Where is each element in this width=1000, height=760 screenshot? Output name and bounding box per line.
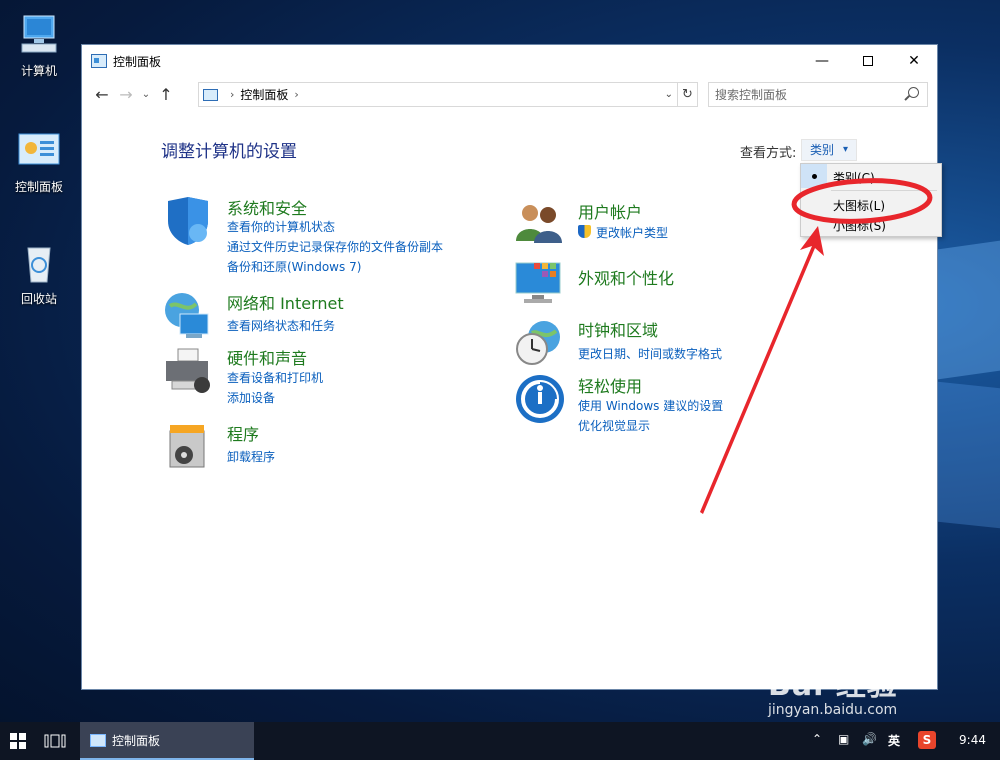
control-panel-icon — [91, 54, 107, 68]
wallpaper-beam — [938, 381, 1000, 529]
taskbar: 控制面板 ⌃ ▣ 🔊 英 S 9:44 — [0, 722, 1000, 760]
change-account-type-link[interactable]: 更改帐户类型 — [596, 226, 668, 240]
category-link[interactable]: 卸载程序 — [227, 448, 275, 465]
start-button[interactable] — [0, 722, 36, 760]
refresh-icon: ↻ — [682, 87, 693, 102]
users-icon[interactable] — [514, 199, 566, 251]
windows-logo-icon — [10, 733, 26, 749]
title-bar[interactable]: 控制面板 — ✕ — [82, 45, 937, 77]
search-box[interactable] — [708, 82, 928, 107]
page-title: 调整计算机的设置 — [161, 142, 297, 162]
view-by-dropdown[interactable]: 类别 — [801, 139, 857, 161]
category-link[interactable]: 更改日期、时间或数字格式 — [578, 345, 722, 362]
view-by-label: 查看方式: — [740, 146, 797, 161]
control-panel-window: 控制面板 — ✕ ← → ⌄ ↑ › 控制面板 › ⌄ ↻ 调整计算机的设置 查… — [81, 44, 942, 690]
category-link[interactable]: 添加设备 — [227, 389, 275, 406]
desktop-icon-recycle-bin[interactable]: 回收站 — [0, 240, 78, 307]
search-input[interactable] — [715, 87, 895, 102]
desktop-icon-label: 回收站 — [20, 292, 57, 306]
up-arrow-icon[interactable]: ↑ — [154, 85, 178, 104]
desktop-icon-computer[interactable]: 计算机 — [0, 12, 78, 79]
taskbar-clock[interactable]: 9:44 — [959, 733, 986, 747]
close-button[interactable]: ✕ — [891, 45, 937, 77]
category-link[interactable]: 优化视觉显示 — [578, 417, 650, 434]
menu-separator — [831, 190, 937, 191]
category-link[interactable]: 通过文件历史记录保存你的文件备份副本 — [227, 238, 443, 255]
menu-item-small-icons[interactable]: 小图标(S) — [833, 217, 886, 234]
minimize-button[interactable]: — — [799, 45, 845, 77]
taskbar-item-label: 控制面板 — [112, 733, 161, 748]
close-icon: ✕ — [908, 53, 920, 69]
maximize-button[interactable] — [845, 45, 891, 77]
address-dropdown-chevron-icon[interactable]: ⌄ — [665, 89, 673, 100]
control-panel-icon — [90, 733, 106, 747]
breadcrumb-separator-icon[interactable]: › — [230, 88, 234, 101]
search-icon[interactable] — [908, 87, 919, 98]
shield-icon[interactable] — [162, 195, 214, 247]
computer-icon — [16, 12, 62, 58]
minimize-icon: — — [815, 53, 829, 69]
ime-indicator[interactable]: 英 — [888, 732, 900, 749]
address-bar[interactable]: › 控制面板 › ⌄ — [198, 82, 678, 107]
forward-arrow-icon[interactable]: → — [114, 85, 138, 104]
maximize-icon — [863, 56, 873, 66]
clock-globe-icon[interactable] — [514, 317, 566, 369]
network-icon[interactable]: ▣ — [838, 732, 849, 746]
desktop-icon-label: 计算机 — [20, 64, 57, 78]
refresh-button[interactable]: ↻ — [678, 82, 698, 107]
category-title[interactable]: 用户帐户 — [578, 199, 642, 223]
network-globe-icon[interactable] — [162, 290, 214, 342]
category-title[interactable]: 程序 — [227, 421, 259, 445]
category-title[interactable]: 系统和安全 — [227, 195, 307, 219]
category-title[interactable]: 时钟和区域 — [578, 317, 658, 341]
control-panel-icon — [203, 88, 218, 101]
category-title[interactable]: 外观和个性化 — [578, 265, 674, 289]
recent-locations-chevron-icon[interactable]: ⌄ — [138, 89, 154, 100]
category-title[interactable]: 硬件和声音 — [227, 345, 307, 369]
category-link[interactable]: 更改帐户类型 — [578, 224, 668, 241]
selected-radio-icon — [812, 174, 817, 179]
programs-box-icon[interactable] — [162, 421, 214, 473]
ease-of-access-icon[interactable] — [514, 373, 566, 425]
category-link[interactable]: 备份和还原(Windows 7) — [227, 258, 361, 275]
wallpaper-beam — [938, 240, 1000, 380]
breadcrumb-separator-icon[interactable]: › — [294, 88, 298, 101]
taskbar-item-control-panel[interactable]: 控制面板 — [80, 722, 254, 760]
watermark-url: jingyan.baidu.com — [768, 702, 898, 718]
view-by-menu: 类别(C) 大图标(L) 小图标(S) — [800, 163, 942, 237]
desktop-icon-label: 控制面板 — [14, 180, 63, 194]
appearance-monitor-icon[interactable] — [514, 257, 566, 309]
category-link[interactable]: 查看网络状态和任务 — [227, 317, 335, 334]
sogou-ime-icon[interactable]: S — [918, 731, 936, 749]
control-panel-icon — [16, 128, 62, 174]
window-title: 控制面板 — [113, 54, 162, 69]
breadcrumb-control-panel[interactable]: 控制面板 — [240, 86, 288, 103]
printer-icon[interactable] — [162, 345, 214, 397]
desktop-icon-control-panel[interactable]: 控制面板 — [0, 128, 78, 195]
volume-icon[interactable]: 🔊 — [862, 732, 877, 746]
category-link[interactable]: 查看设备和打印机 — [227, 369, 323, 386]
watermark-brand: Bai 经验 — [768, 668, 898, 703]
show-hidden-icons-chevron-icon[interactable]: ⌃ — [812, 732, 822, 746]
category-title[interactable]: 网络和 Internet — [227, 290, 344, 314]
task-view-button[interactable] — [44, 732, 66, 750]
back-arrow-icon[interactable]: ← — [90, 85, 114, 104]
category-title[interactable]: 轻松使用 — [578, 373, 642, 397]
menu-item-category[interactable]: 类别(C) — [833, 169, 875, 186]
category-link[interactable]: 使用 Windows 建议的设置 — [578, 397, 723, 414]
recycle-bin-icon — [16, 240, 62, 286]
category-link[interactable]: 查看你的计算机状态 — [227, 218, 335, 235]
watermark: Bai 经验 jingyan.baidu.com — [768, 660, 898, 718]
uac-shield-icon — [578, 225, 591, 238]
task-view-icon — [44, 734, 66, 748]
menu-item-large-icons[interactable]: 大图标(L) — [833, 197, 885, 214]
